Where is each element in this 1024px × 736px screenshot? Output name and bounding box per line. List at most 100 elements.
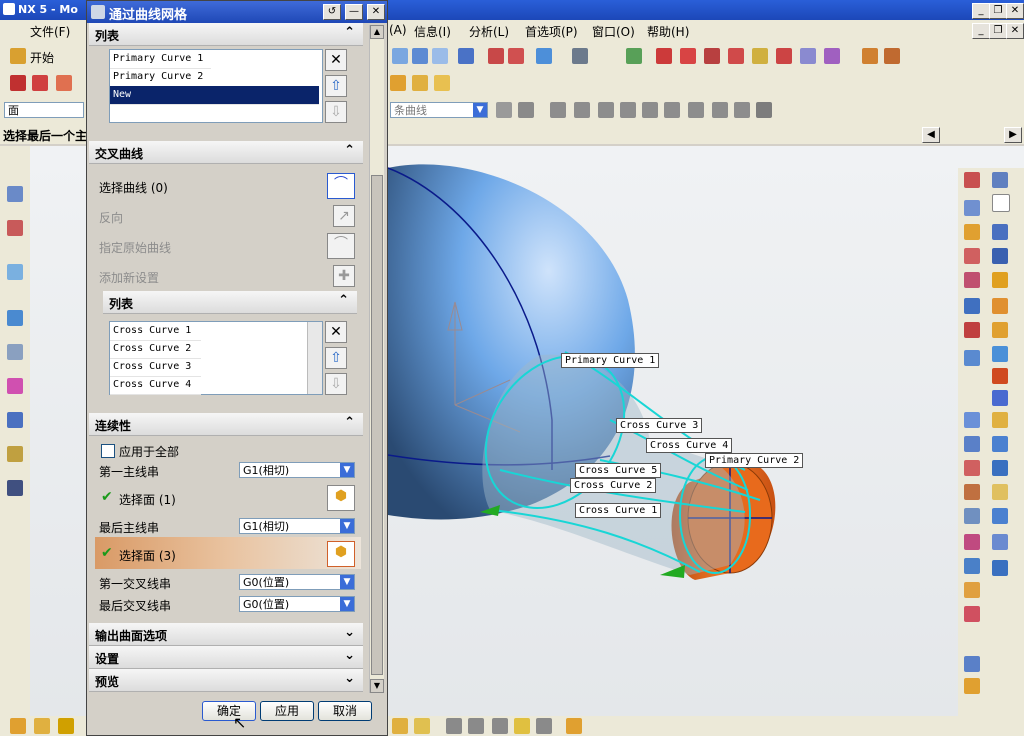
surface-icon-5[interactable] — [992, 322, 1008, 338]
move-up-icon[interactable]: ⇧ — [325, 347, 347, 369]
edit-icon[interactable] — [824, 48, 840, 64]
assembly-navigator-icon[interactable] — [7, 186, 23, 202]
part-navigator-icon[interactable] — [7, 264, 23, 280]
list-item[interactable]: Cross Curve 1 — [110, 322, 201, 341]
assembly-nav-icon[interactable] — [390, 75, 406, 91]
list-item[interactable]: Cross Curve 3 — [110, 358, 201, 377]
dialog-close-icon[interactable]: ✕ — [367, 4, 385, 20]
menu-analysis[interactable]: 分析(L) — [469, 23, 509, 40]
origin-curve-icon[interactable]: ⌒ — [327, 233, 355, 259]
bottom-icon-9[interactable] — [514, 718, 530, 734]
list-item[interactable]: Cross Curve 2 — [110, 340, 201, 359]
cancel-button[interactable]: 取消 — [318, 701, 372, 721]
type-filter[interactable]: 面 — [4, 102, 84, 118]
sheet-icon[interactable] — [992, 194, 1010, 212]
label-primary-curve-2[interactable]: Primary Curve 2 — [705, 453, 804, 468]
constraint-navigator-icon[interactable] — [7, 220, 23, 236]
orient-view-icon[interactable] — [458, 48, 474, 64]
edit-surface-icon-1[interactable] — [964, 412, 980, 428]
wcs-icon[interactable] — [572, 48, 588, 64]
edit-surface-icon-7[interactable] — [964, 558, 980, 574]
surface-icon-6[interactable] — [992, 346, 1008, 362]
surface-icon-9[interactable] — [992, 412, 1008, 428]
surface-icon-14[interactable] — [992, 534, 1008, 550]
curve-rule-select[interactable]: 条曲线 ▼ — [390, 102, 488, 118]
feature-icon-6[interactable] — [964, 298, 980, 314]
scroll-right-button[interactable]: ▶ — [1004, 127, 1022, 143]
edit-surface-icon-11[interactable] — [964, 678, 980, 694]
cross-section-header[interactable]: 交叉曲线 ⌃ — [89, 141, 363, 164]
minimize-button[interactable]: _ — [972, 3, 990, 19]
doc-close-button[interactable]: ✕ — [1006, 23, 1024, 39]
bottom-icon-2[interactable] — [34, 718, 50, 734]
plane-icon[interactable] — [728, 48, 744, 64]
surface-icon-7[interactable] — [992, 368, 1008, 384]
history-icon[interactable] — [7, 310, 23, 326]
first-primary-select[interactable]: G1(相切) ▼ — [239, 462, 355, 478]
label-primary-curve-1[interactable]: Primary Curve 1 — [561, 353, 660, 368]
snap-on-curve-icon[interactable] — [734, 102, 750, 118]
constraint-icon[interactable] — [434, 75, 450, 91]
list-item-selected[interactable]: New — [110, 86, 319, 105]
edit-surface-icon-10[interactable] — [964, 656, 980, 672]
edit-surface-icon-2[interactable] — [964, 436, 980, 452]
continuity-header[interactable]: 连续性 ⌃ — [89, 413, 363, 436]
last-primary-select[interactable]: G1(相切) ▼ — [239, 518, 355, 534]
feature-icon-8[interactable] — [964, 350, 980, 366]
list-item[interactable]: Primary Curve 2 — [110, 68, 211, 87]
surface-icon-12[interactable] — [992, 484, 1008, 500]
label-cross-curve-2[interactable]: Cross Curve 2 — [570, 478, 657, 493]
arc-icon[interactable] — [32, 75, 48, 91]
bottom-icon-1[interactable] — [10, 718, 26, 734]
start-button[interactable]: 开始 — [30, 49, 54, 66]
preview-header[interactable]: 预览 ⌄ — [89, 669, 363, 692]
primary-list-header[interactable]: 列表 ⌃ — [89, 23, 363, 46]
edit-surface-icon-3[interactable] — [964, 460, 980, 476]
snap-tangent-icon[interactable] — [688, 102, 704, 118]
menu-a[interactable]: (A) — [389, 23, 407, 37]
surface-icon-13[interactable] — [992, 508, 1008, 524]
menu-file[interactable]: 文件(F) — [30, 23, 70, 40]
reuse-library-icon[interactable] — [7, 344, 23, 360]
cross-list[interactable]: Cross Curve 1 Cross Curve 2 Cross Curve … — [109, 321, 323, 395]
zoom-icon[interactable] — [392, 48, 408, 64]
snap-end-icon[interactable] — [550, 102, 566, 118]
cross-list-header[interactable]: 列表 ⌃ — [103, 291, 357, 314]
feature-icon-3[interactable] — [964, 224, 980, 240]
point-icon[interactable] — [656, 48, 672, 64]
scroll-thumb[interactable] — [371, 175, 383, 675]
edit-surface-icon-5[interactable] — [964, 508, 980, 524]
bottom-icon-11[interactable] — [566, 718, 582, 734]
scroll-left-button[interactable]: ◀ — [922, 127, 940, 143]
first-cross-select[interactable]: G0(位置) ▼ — [239, 574, 355, 590]
dialog-title-bar[interactable]: 通过曲线网格 ↺ — ✕ — [87, 1, 387, 23]
select-face-3-button[interactable]: ⬢ — [327, 541, 355, 567]
menu-info[interactable]: 信息(I) — [414, 23, 451, 40]
doc-minimize-button[interactable]: _ — [972, 23, 990, 39]
bottom-icon-10[interactable] — [536, 718, 552, 734]
remove-icon[interactable]: ✕ — [325, 321, 347, 343]
measure-icon[interactable] — [776, 48, 792, 64]
stop-at-icon[interactable] — [518, 102, 534, 118]
move-down-icon[interactable]: ⇩ — [325, 101, 347, 123]
primary-list[interactable]: Primary Curve 1 Primary Curve 2 New — [109, 49, 323, 123]
layer-icon[interactable] — [488, 48, 504, 64]
surface-icon-2[interactable] — [992, 248, 1008, 264]
label-cross-curve-1[interactable]: Cross Curve 1 — [575, 503, 662, 518]
remove-icon[interactable]: ✕ — [325, 49, 347, 71]
edit-surface-icon-8[interactable] — [964, 582, 980, 598]
label-cross-curve-4[interactable]: Cross Curve 4 — [646, 438, 733, 453]
analysis-icon[interactable] — [752, 48, 768, 64]
dialog-reset-icon[interactable]: ↺ — [323, 4, 341, 20]
feature-icon-1[interactable] — [964, 172, 980, 188]
snap-intersect-icon[interactable] — [620, 102, 636, 118]
roles-icon[interactable] — [7, 446, 23, 462]
assembly-icon[interactable] — [800, 48, 816, 64]
menu-preferences[interactable]: 首选项(P) — [525, 23, 578, 40]
select-curve-button[interactable]: ⌒ — [327, 173, 355, 199]
reverse-direction-icon[interactable]: ↗ — [333, 205, 355, 227]
shaded-icon[interactable] — [536, 48, 552, 64]
point-set-icon[interactable] — [56, 75, 72, 91]
cross-list-scrollbar[interactable] — [307, 322, 322, 394]
line-icon[interactable] — [10, 75, 26, 91]
